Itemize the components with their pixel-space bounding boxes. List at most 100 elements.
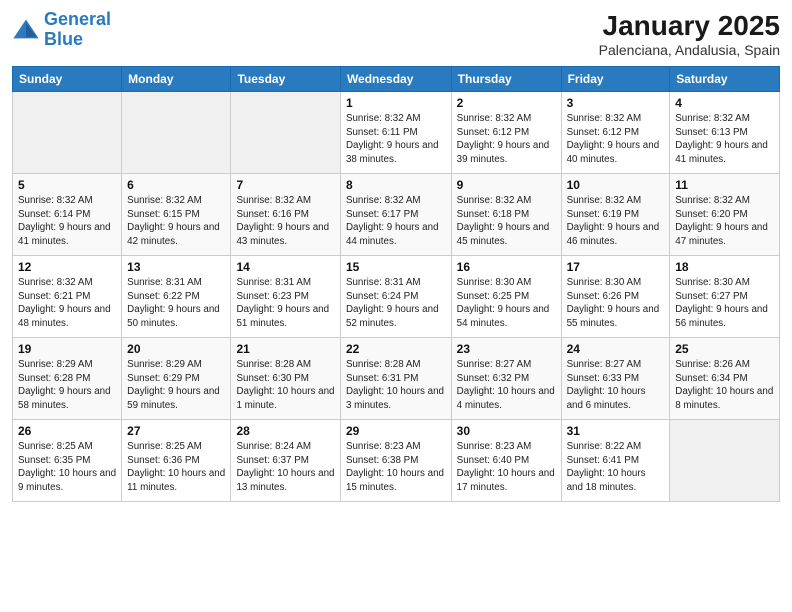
table-row: 3 Sunrise: 8:32 AM Sunset: 6:12 PM Daylig… <box>561 92 670 174</box>
day-info: Sunrise: 8:32 AM Sunset: 6:18 PM Dayligh… <box>457 194 556 249</box>
day-number: 12 <box>18 260 116 274</box>
day-info: Sunrise: 8:32 AM Sunset: 6:14 PM Dayligh… <box>18 194 116 249</box>
table-row: 2 Sunrise: 8:32 AM Sunset: 6:12 PM Daylig… <box>451 92 561 174</box>
table-row: 14 Sunrise: 8:31 AM Sunset: 6:23 PM Dayli… <box>231 256 340 338</box>
day-info: Sunrise: 8:29 AM Sunset: 6:28 PM Dayligh… <box>18 358 116 413</box>
logo-icon <box>12 16 40 44</box>
day-info: Sunrise: 8:26 AM Sunset: 6:34 PM Dayligh… <box>675 358 774 413</box>
day-number: 22 <box>346 342 446 356</box>
day-number: 23 <box>457 342 556 356</box>
table-row: 31 Sunrise: 8:22 AM Sunset: 6:41 PM Dayli… <box>561 420 670 502</box>
day-info: Sunrise: 8:23 AM Sunset: 6:40 PM Dayligh… <box>457 440 556 495</box>
day-number: 26 <box>18 424 116 438</box>
day-number: 18 <box>675 260 774 274</box>
header-monday: Monday <box>122 67 231 92</box>
table-row: 4Sunrise: 8:32 AM Sunset: 6:13 PM Daylig… <box>670 92 780 174</box>
day-number: 20 <box>127 342 225 356</box>
table-row: 24 Sunrise: 8:27 AM Sunset: 6:33 PM Dayli… <box>561 338 670 420</box>
day-number: 24 <box>567 342 665 356</box>
page-container: General Blue January 2025 Palenciana, An… <box>0 0 792 612</box>
page-header: General Blue January 2025 Palenciana, An… <box>12 10 780 58</box>
day-info: Sunrise: 8:31 AM Sunset: 6:24 PM Dayligh… <box>346 276 446 331</box>
table-row: 16 Sunrise: 8:30 AM Sunset: 6:25 PM Dayli… <box>451 256 561 338</box>
day-info: Sunrise: 8:28 AM Sunset: 6:31 PM Dayligh… <box>346 358 446 413</box>
day-number: 21 <box>236 342 334 356</box>
day-number: 15 <box>346 260 446 274</box>
day-info: Sunrise: 8:31 AM Sunset: 6:23 PM Dayligh… <box>236 276 334 331</box>
table-row: 1 Sunrise: 8:32 AM Sunset: 6:11 PM Daylig… <box>340 92 451 174</box>
table-row: 9 Sunrise: 8:32 AM Sunset: 6:18 PM Daylig… <box>451 174 561 256</box>
day-number: 16 <box>457 260 556 274</box>
day-info: Sunrise: 8:30 AM Sunset: 6:25 PM Dayligh… <box>457 276 556 331</box>
day-number: 13 <box>127 260 225 274</box>
day-info: Sunrise: 8:22 AM Sunset: 6:41 PM Dayligh… <box>567 440 665 495</box>
logo: General Blue <box>12 10 111 50</box>
day-number: 1 <box>346 96 446 110</box>
day-info: Sunrise: 8:32 AM Sunset: 6:12 PM Dayligh… <box>567 112 665 167</box>
table-row: 11 Sunrise: 8:32 AM Sunset: 6:20 PM Dayli… <box>670 174 780 256</box>
day-number: 17 <box>567 260 665 274</box>
day-info: Sunrise: 8:32 AM Sunset: 6:17 PM Dayligh… <box>346 194 446 249</box>
table-row: 5 Sunrise: 8:32 AM Sunset: 6:14 PM Daylig… <box>13 174 122 256</box>
table-row: 12Sunrise: 8:32 AM Sunset: 6:21 PM Dayli… <box>13 256 122 338</box>
day-info: Sunrise: 8:32 AM Sunset: 6:20 PM Dayligh… <box>675 194 774 249</box>
table-row: 6 Sunrise: 8:32 AM Sunset: 6:15 PM Daylig… <box>122 174 231 256</box>
table-row: 10Sunrise: 8:32 AM Sunset: 6:19 PM Dayli… <box>561 174 670 256</box>
calendar-week-row: 1 Sunrise: 8:32 AM Sunset: 6:11 PM Daylig… <box>13 92 780 174</box>
day-number: 2 <box>457 96 556 110</box>
day-info: Sunrise: 8:27 AM Sunset: 6:33 PM Dayligh… <box>567 358 665 413</box>
title-block: January 2025 Palenciana, Andalusia, Spai… <box>599 10 780 58</box>
day-number: 9 <box>457 178 556 192</box>
calendar-week-row: 26 Sunrise: 8:25 AM Sunset: 6:35 PM Dayli… <box>13 420 780 502</box>
day-number: 19 <box>18 342 116 356</box>
table-row: 26 Sunrise: 8:25 AM Sunset: 6:35 PM Dayli… <box>13 420 122 502</box>
day-number: 8 <box>346 178 446 192</box>
day-number: 28 <box>236 424 334 438</box>
day-info: Sunrise: 8:25 AM Sunset: 6:36 PM Dayligh… <box>127 440 225 495</box>
calendar-week-row: 19 Sunrise: 8:29 AM Sunset: 6:28 PM Dayli… <box>13 338 780 420</box>
day-info: Sunrise: 8:30 AM Sunset: 6:27 PM Dayligh… <box>675 276 774 331</box>
day-info: Sunrise: 8:31 AM Sunset: 6:22 PM Dayligh… <box>127 276 225 331</box>
day-number: 30 <box>457 424 556 438</box>
day-number: 5 <box>18 178 116 192</box>
table-row: 22 Sunrise: 8:28 AM Sunset: 6:31 PM Dayli… <box>340 338 451 420</box>
header-tuesday: Tuesday <box>231 67 340 92</box>
calendar-week-row: 5 Sunrise: 8:32 AM Sunset: 6:14 PM Daylig… <box>13 174 780 256</box>
header-sunday: Sunday <box>13 67 122 92</box>
day-number: 3 <box>567 96 665 110</box>
calendar-week-row: 12Sunrise: 8:32 AM Sunset: 6:21 PM Dayli… <box>13 256 780 338</box>
location: Palenciana, Andalusia, Spain <box>599 42 780 58</box>
logo-text: General Blue <box>44 10 111 50</box>
day-info: Sunrise: 8:28 AM Sunset: 6:30 PM Dayligh… <box>236 358 334 413</box>
day-number: 10 <box>567 178 665 192</box>
table-row: 25Sunrise: 8:26 AM Sunset: 6:34 PM Dayli… <box>670 338 780 420</box>
table-row <box>122 92 231 174</box>
header-friday: Friday <box>561 67 670 92</box>
day-info: Sunrise: 8:32 AM Sunset: 6:12 PM Dayligh… <box>457 112 556 167</box>
table-row <box>13 92 122 174</box>
day-info: Sunrise: 8:32 AM Sunset: 6:11 PM Dayligh… <box>346 112 446 167</box>
table-row: 30 Sunrise: 8:23 AM Sunset: 6:40 PM Dayli… <box>451 420 561 502</box>
day-info: Sunrise: 8:25 AM Sunset: 6:35 PM Dayligh… <box>18 440 116 495</box>
calendar-table: Sunday Monday Tuesday Wednesday Thursday… <box>12 66 780 502</box>
day-info: Sunrise: 8:27 AM Sunset: 6:32 PM Dayligh… <box>457 358 556 413</box>
day-number: 11 <box>675 178 774 192</box>
table-row: 19 Sunrise: 8:29 AM Sunset: 6:28 PM Dayli… <box>13 338 122 420</box>
day-number: 31 <box>567 424 665 438</box>
day-number: 7 <box>236 178 334 192</box>
table-row: 13 Sunrise: 8:31 AM Sunset: 6:22 PM Dayli… <box>122 256 231 338</box>
table-row: 21 Sunrise: 8:28 AM Sunset: 6:30 PM Dayli… <box>231 338 340 420</box>
day-number: 4 <box>675 96 774 110</box>
day-number: 14 <box>236 260 334 274</box>
day-number: 6 <box>127 178 225 192</box>
table-row: 8 Sunrise: 8:32 AM Sunset: 6:17 PM Daylig… <box>340 174 451 256</box>
day-info: Sunrise: 8:30 AM Sunset: 6:26 PM Dayligh… <box>567 276 665 331</box>
day-info: Sunrise: 8:29 AM Sunset: 6:29 PM Dayligh… <box>127 358 225 413</box>
table-row: 27Sunrise: 8:25 AM Sunset: 6:36 PM Dayli… <box>122 420 231 502</box>
day-info: Sunrise: 8:24 AM Sunset: 6:37 PM Dayligh… <box>236 440 334 495</box>
day-info: Sunrise: 8:32 AM Sunset: 6:15 PM Dayligh… <box>127 194 225 249</box>
day-number: 29 <box>346 424 446 438</box>
header-saturday: Saturday <box>670 67 780 92</box>
header-wednesday: Wednesday <box>340 67 451 92</box>
table-row <box>231 92 340 174</box>
